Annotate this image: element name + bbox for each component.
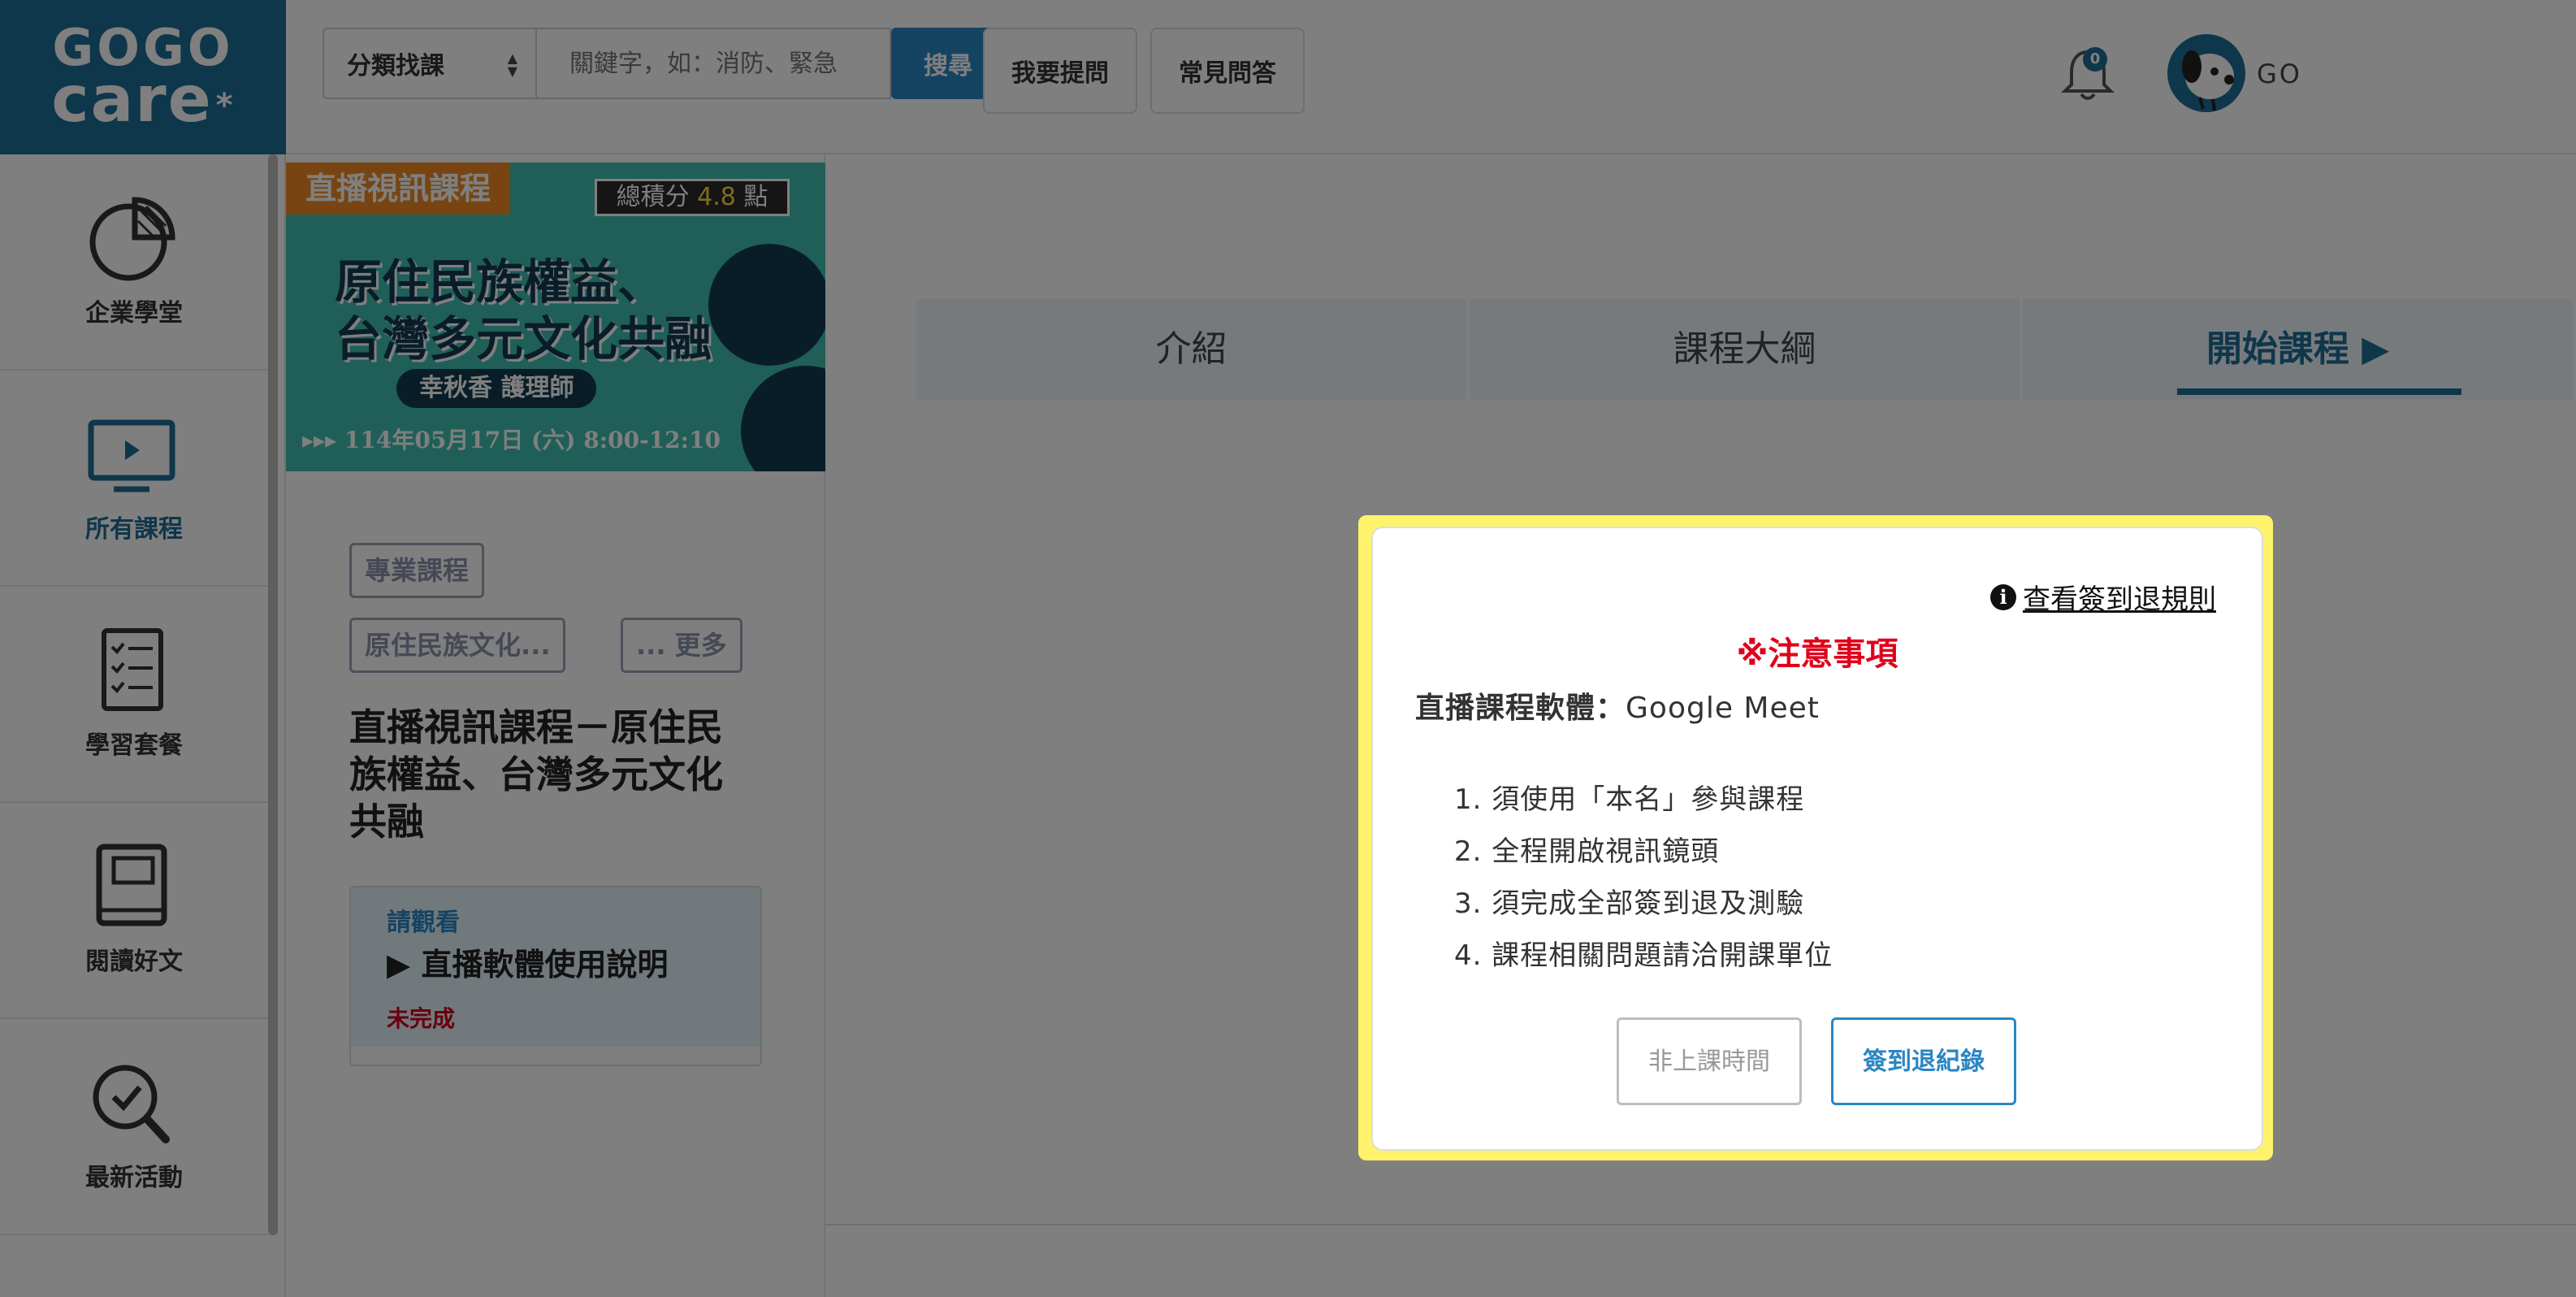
list-item: 1. 須使用「本名」參與課程 [1454,783,1805,816]
rules-link-text: 查看簽到退規則 [2023,583,2216,616]
notice-heading: ※注意事項 [1736,635,1898,673]
info-icon: i [1990,583,2016,610]
software-value: Google Meet [1626,692,1820,725]
not-class-time-button[interactable]: 非上課時間 [1617,1017,1802,1105]
notice-rules-list: 1. 須使用「本名」參與課程 2. 全程開啟視訊鏡頭 3. 須完成全部簽到退及測… [1454,774,1833,982]
list-item: 3. 須完成全部簽到退及測驗 [1454,887,1805,920]
view-checkin-rules-link[interactable]: i 查看簽到退規則 [1990,577,2216,617]
notice-modal: i 查看簽到退規則 ※注意事項 直播課程軟體：Google Meet 1. 須使… [1371,527,2263,1151]
list-item: 4. 課程相關問題請洽開課單位 [1454,939,1834,972]
software-label: 直播課程軟體： [1415,692,1626,725]
checkin-record-button[interactable]: 簽到退紀錄 [1831,1017,2016,1105]
list-item: 2. 全程開啟視訊鏡頭 [1454,835,1720,868]
live-software-line: 直播課程軟體：Google Meet [1415,684,1820,727]
